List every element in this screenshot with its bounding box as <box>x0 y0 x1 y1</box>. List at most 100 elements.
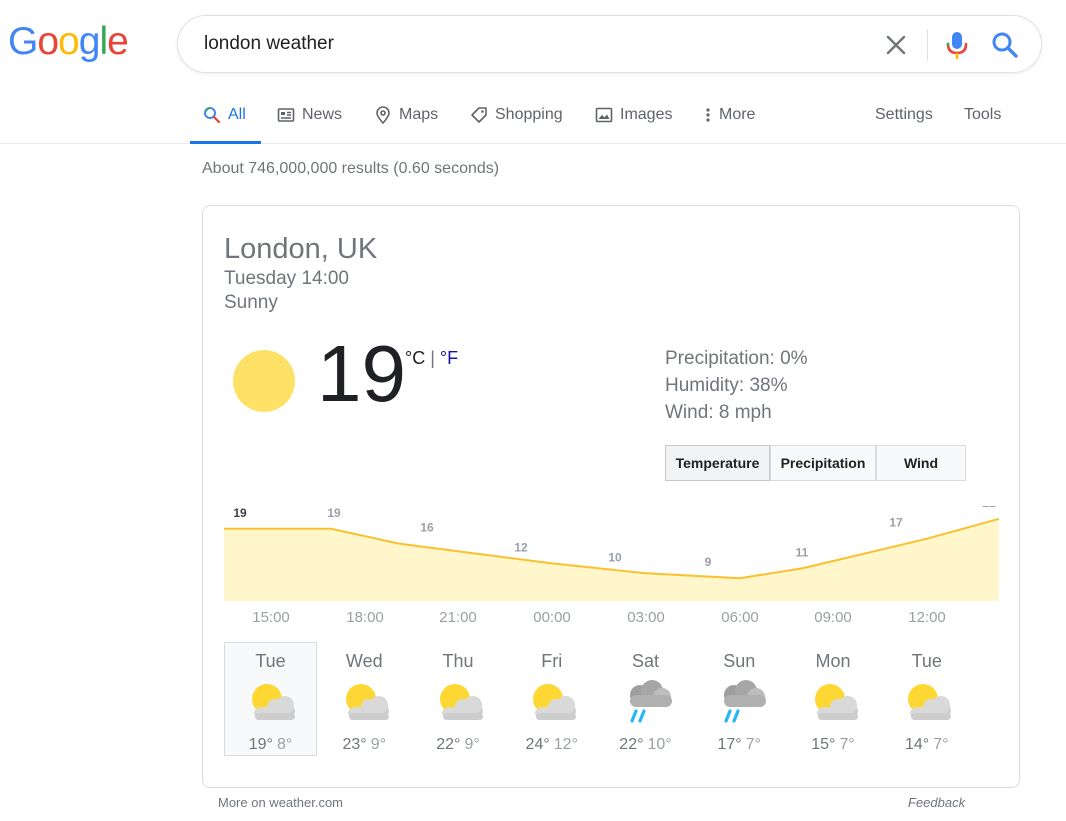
tab-label: Shopping <box>495 106 563 123</box>
weather-card: London, UK Tuesday 14:00 Sunny 19 °C | °… <box>202 205 1020 788</box>
forecast-day[interactable]: Mon 15° 7° <box>787 642 880 756</box>
partly-cloudy-icon <box>522 677 582 725</box>
tab-settings[interactable]: Settings <box>875 105 933 144</box>
forecast-day[interactable]: Tue 19° 8° <box>224 642 317 756</box>
rain-icon <box>710 677 770 725</box>
chart-value-label: 12 <box>514 540 528 554</box>
news-icon <box>277 106 295 124</box>
weather-time: Tuesday 14:00 <box>224 268 349 289</box>
temperature-button[interactable]: Temperature <box>665 445 770 481</box>
tab-more[interactable]: More <box>704 105 755 144</box>
hour-label: 06:00 <box>721 609 759 626</box>
search-box[interactable]: london weather <box>177 15 1042 73</box>
current-temperature: 19 <box>317 329 406 418</box>
unit-toggle: °C | °F <box>405 348 458 369</box>
forecast-day-name: Tue <box>911 651 942 671</box>
forecast-high: 14° <box>905 736 930 753</box>
chart-mode-buttons: Temperature Precipitation Wind <box>665 445 966 481</box>
chart-value-label: 10 <box>608 550 622 564</box>
weather-condition: Sunny <box>224 292 278 313</box>
partly-cloudy-icon <box>897 677 957 725</box>
forecast-low: 12° <box>553 736 578 753</box>
tab-label: Maps <box>399 106 439 123</box>
forecast-low: 7° <box>933 736 949 753</box>
forecast-day-name: Sat <box>631 651 660 671</box>
hour-axis: 15:00 18:00 21:00 00:00 03:00 06:00 09:00 12:00 <box>224 609 999 629</box>
logo-letter: e <box>107 20 129 63</box>
forecast-temps: 23° 9° <box>319 736 410 754</box>
search-icon[interactable] <box>990 30 1020 60</box>
weather-details: Precipitation: 0% Humidity: 38% Wind: 8 … <box>665 345 808 426</box>
forecast-temps: 17° 7° <box>694 736 785 754</box>
logo-letter: o <box>37 20 59 63</box>
unit-celsius[interactable]: °C <box>405 348 425 368</box>
forecast-day[interactable]: Fri 24° 12° <box>505 642 598 756</box>
forecast-low: 8° <box>276 736 293 753</box>
search-tabs: All News Maps Shopping Images More Setti… <box>0 95 1066 144</box>
partly-cloudy-icon <box>241 677 301 725</box>
forecast-temps: 15° 7° <box>788 736 879 754</box>
weather-location: London, UK <box>224 233 378 265</box>
tag-icon <box>470 106 488 124</box>
tab-tools[interactable]: Tools <box>964 105 1001 144</box>
forecast-low: 7° <box>745 736 761 753</box>
forecast-day-name: Sun <box>723 651 756 671</box>
close-icon[interactable] <box>883 32 909 58</box>
image-icon <box>595 106 613 124</box>
forecast-day-name: Mon <box>815 651 851 671</box>
feedback-link[interactable]: Feedback <box>908 795 965 810</box>
precipitation-value: Precipitation: 0% <box>665 348 808 369</box>
tab-shopping[interactable]: Shopping <box>470 105 563 144</box>
tab-maps[interactable]: Maps <box>374 105 438 144</box>
forecast-temps: 14° 7° <box>881 736 972 754</box>
humidity-value: Humidity: 38% <box>665 375 788 396</box>
logo-letter: G <box>8 20 38 63</box>
tab-label: Images <box>620 106 673 123</box>
more-vert-icon <box>704 106 712 124</box>
forecast-high: 24° <box>525 736 550 753</box>
tab-news[interactable]: News <box>277 105 342 144</box>
mic-icon[interactable] <box>943 30 971 60</box>
chart-value-label: 16 <box>420 521 434 535</box>
forecast-temps: 22° 9° <box>413 736 504 754</box>
unit-fahrenheit[interactable]: °F <box>440 348 458 368</box>
forecast-day-name: Tue <box>255 651 286 671</box>
forecast-day-name: Fri <box>541 651 563 671</box>
tab-all[interactable]: All <box>190 105 261 144</box>
chart-value-label: 19 <box>327 506 341 520</box>
search-input[interactable]: london weather <box>204 33 334 55</box>
logo-letter: o <box>58 20 80 63</box>
partly-cloudy-icon <box>335 677 395 725</box>
forecast-day[interactable]: Thu 22° 9° <box>412 642 505 756</box>
search-divider <box>927 29 928 61</box>
weather-source-link[interactable]: More on weather.com <box>218 795 343 810</box>
wind-button[interactable]: Wind <box>876 445 966 481</box>
forecast-high: 23° <box>342 736 367 753</box>
forecast-day[interactable]: Tue 14° 7° <box>880 642 973 756</box>
hour-label: 21:00 <box>439 609 477 626</box>
chart-value-label: 11 <box>796 545 809 559</box>
precipitation-button[interactable]: Precipitation <box>770 445 876 481</box>
forecast-high: 19° <box>248 736 273 753</box>
rain-icon <box>616 677 676 725</box>
hour-label: 03:00 <box>627 609 665 626</box>
google-logo[interactable]: Google <box>8 20 129 63</box>
forecast-temps: 22° 10° <box>600 736 691 754</box>
logo-letter: l <box>99 20 108 63</box>
forecast-temps: 19° 8° <box>225 736 316 754</box>
forecast-day[interactable]: Wed 23° 9° <box>318 642 411 756</box>
chart-value-label: 19 <box>233 506 247 520</box>
tab-images[interactable]: Images <box>595 105 672 144</box>
tab-label: Settings <box>875 106 933 123</box>
forecast-temps: 24° 12° <box>506 736 597 754</box>
forecast-day-name: Thu <box>442 651 474 671</box>
forecast-day[interactable]: Sun 17° 7° <box>693 642 786 756</box>
chart-value-label: 17 <box>889 516 903 530</box>
forecast-high: 15° <box>811 736 836 753</box>
chart-value-label: 21 <box>982 506 996 510</box>
temperature-chart: 19 19 16 12 10 9 11 17 21 <box>224 506 999 601</box>
forecast-low: 10° <box>647 736 672 753</box>
sun-icon <box>233 350 295 412</box>
map-pin-icon <box>374 106 392 124</box>
forecast-day[interactable]: Sat 22° 10° <box>599 642 692 756</box>
